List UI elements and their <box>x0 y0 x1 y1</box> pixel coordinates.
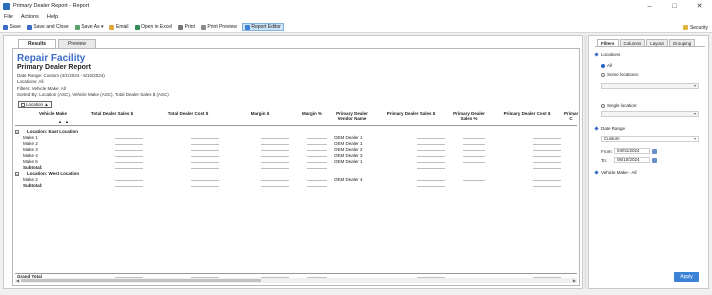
menu-bar: File Actions Help <box>0 12 712 22</box>
chevron-down-icon: ▾ <box>693 111 696 116</box>
tab-preview[interactable]: Preview <box>58 39 96 48</box>
radio-some-locations[interactable]: Some locations: <box>601 72 639 77</box>
expand-icon <box>594 52 599 57</box>
to-date-row: To: 05/10/2024 <box>601 157 657 163</box>
chevron-down-icon: ▾ <box>693 136 696 141</box>
report-body: Repair Facility Primary Dealer Report Da… <box>12 48 580 286</box>
report-title: Primary Dealer Report <box>17 64 91 71</box>
side-panel: Filters Columns Layout Grouping Location… <box>588 35 709 289</box>
scroll-left-icon[interactable]: ◀ <box>16 278 19 283</box>
save-button[interactable]: Save <box>2 24 22 30</box>
col-primary-dealer-vendor[interactable]: Primary Dealer Vendor Name <box>331 111 373 121</box>
col-margin-pct[interactable]: Margin % <box>295 111 329 116</box>
print-icon <box>178 24 184 30</box>
date-range-text: Date Range: Custom (4/1/2024 - 5/10/2024… <box>17 73 105 78</box>
print-button[interactable]: Print <box>177 24 196 30</box>
chevron-down-icon: ▾ <box>693 83 696 88</box>
subtotal-row: Subtotal: <box>15 183 577 189</box>
vehicle-make-section[interactable]: Vehicle Make - All <box>594 170 637 175</box>
expand-icon <box>594 126 599 131</box>
save-close-icon <box>26 24 32 30</box>
lock-icon <box>682 25 688 30</box>
sort-up-icon[interactable]: ▲ <box>65 119 69 124</box>
sort-up-icon[interactable]: ▲ <box>58 119 62 124</box>
scroll-right-icon[interactable]: ▶ <box>573 278 576 283</box>
col-vehicle-make[interactable]: Vehicle Make <box>33 111 73 116</box>
sort-up-icon: ▲ <box>43 102 49 107</box>
to-date-input[interactable]: 05/10/2024 <box>614 157 650 163</box>
calendar-icon[interactable] <box>652 148 657 154</box>
from-date-input[interactable]: 04/01/2024 <box>614 148 650 154</box>
close-icon[interactable]: ✕ <box>687 0 712 12</box>
report-pane: Results Preview Repair Facility Primary … <box>3 35 583 289</box>
collapse-icon[interactable]: – <box>15 129 19 134</box>
col-primary-dealer-sales-pct[interactable]: Primary Dealer Sales % <box>449 111 489 121</box>
report-editor-button[interactable]: Report Editor <box>241 23 284 31</box>
print-preview-button[interactable]: Print Preview <box>200 24 238 30</box>
report-editor-icon <box>244 24 250 30</box>
tab-results[interactable]: Results <box>18 39 57 48</box>
radio-single-location[interactable]: Single location: <box>601 103 638 108</box>
menu-actions[interactable]: Actions <box>21 14 39 20</box>
sorted-by-text: Sorted By: Location (ASC), Vehicle Make … <box>17 92 169 97</box>
date-range-section[interactable]: Date Range <box>594 126 625 131</box>
tab-layout[interactable]: Layout <box>646 39 668 46</box>
company-name: Repair Facility <box>17 53 86 64</box>
col-primary-dealer-cost-pct[interactable]: Primar C <box>564 111 578 121</box>
scrollbar-thumb[interactable] <box>21 279 261 282</box>
excel-icon <box>134 24 140 30</box>
group-icon <box>21 102 25 107</box>
report-tabs: Results Preview <box>18 39 98 48</box>
side-tabs: Filters Columns Layout Grouping <box>597 39 696 46</box>
panel-splitter[interactable] <box>584 35 587 289</box>
from-date-row: From: 04/01/2024 <box>601 148 657 154</box>
apply-button[interactable]: Apply <box>674 272 699 282</box>
filters-body: Locations All Some locations: ▾ Single l… <box>594 46 705 266</box>
radio-all-locations[interactable]: All <box>601 63 612 68</box>
collapse-icon[interactable]: – <box>15 171 19 176</box>
tab-columns[interactable]: Columns <box>619 39 646 46</box>
col-total-dealer-sales[interactable]: Total Dealer Sales $ <box>75 111 149 116</box>
title-bar: Primary Dealer Report - Report – □ ✕ <box>0 0 712 12</box>
expand-icon <box>594 170 599 175</box>
email-button[interactable]: Email <box>108 24 129 30</box>
some-locations-select[interactable]: ▾ <box>601 83 699 89</box>
locations-text: Locations: All <box>17 79 44 84</box>
window-controls: – □ ✕ <box>637 0 712 12</box>
horizontal-scrollbar[interactable]: ◀ ▶ <box>15 278 577 283</box>
app-icon <box>3 2 10 10</box>
open-excel-button[interactable]: Open in Excel <box>134 24 174 30</box>
calendar-icon[interactable] <box>652 157 657 163</box>
menu-help[interactable]: Help <box>47 14 58 20</box>
security-button[interactable]: Security <box>682 22 708 33</box>
maximize-icon[interactable]: □ <box>662 0 687 12</box>
col-total-dealer-cost[interactable]: Total Dealer Cost $ <box>151 111 225 116</box>
location-group-button[interactable]: Location ▲ <box>18 101 52 108</box>
filters-text: Filters: Vehicle Make: All <box>17 86 66 91</box>
col-primary-dealer-sales[interactable]: Primary Dealer Sales $ <box>375 111 447 116</box>
table-header: Vehicle Make ▲ ▲ Total Dealer Sales $ To… <box>15 110 578 126</box>
save-close-button[interactable]: Save and Close <box>26 24 70 30</box>
save-as-button[interactable]: Save As ▾ <box>74 24 105 30</box>
tab-filters[interactable]: Filters <box>597 39 619 46</box>
single-location-select[interactable]: ▾ <box>601 111 699 117</box>
col-margin[interactable]: Margin $ <box>227 111 293 116</box>
email-icon <box>109 24 115 30</box>
minimize-icon[interactable]: – <box>637 0 662 12</box>
menu-file[interactable]: File <box>4 14 13 20</box>
save-icon <box>3 24 8 30</box>
toolbar: Save Save and Close Save As ▾ Email Open… <box>0 22 712 33</box>
chevron-down-icon: ▾ <box>99 24 104 30</box>
date-range-select[interactable]: Custom ▾ <box>601 136 699 142</box>
col-primary-dealer-cost[interactable]: Primary Dealer Cost $ <box>491 111 563 116</box>
tab-grouping[interactable]: Grouping <box>668 39 696 46</box>
save-as-icon <box>74 24 80 30</box>
window-title: Primary Dealer Report - Report <box>13 3 90 9</box>
print-preview-icon <box>200 24 206 30</box>
locations-section[interactable]: Locations <box>594 52 620 57</box>
